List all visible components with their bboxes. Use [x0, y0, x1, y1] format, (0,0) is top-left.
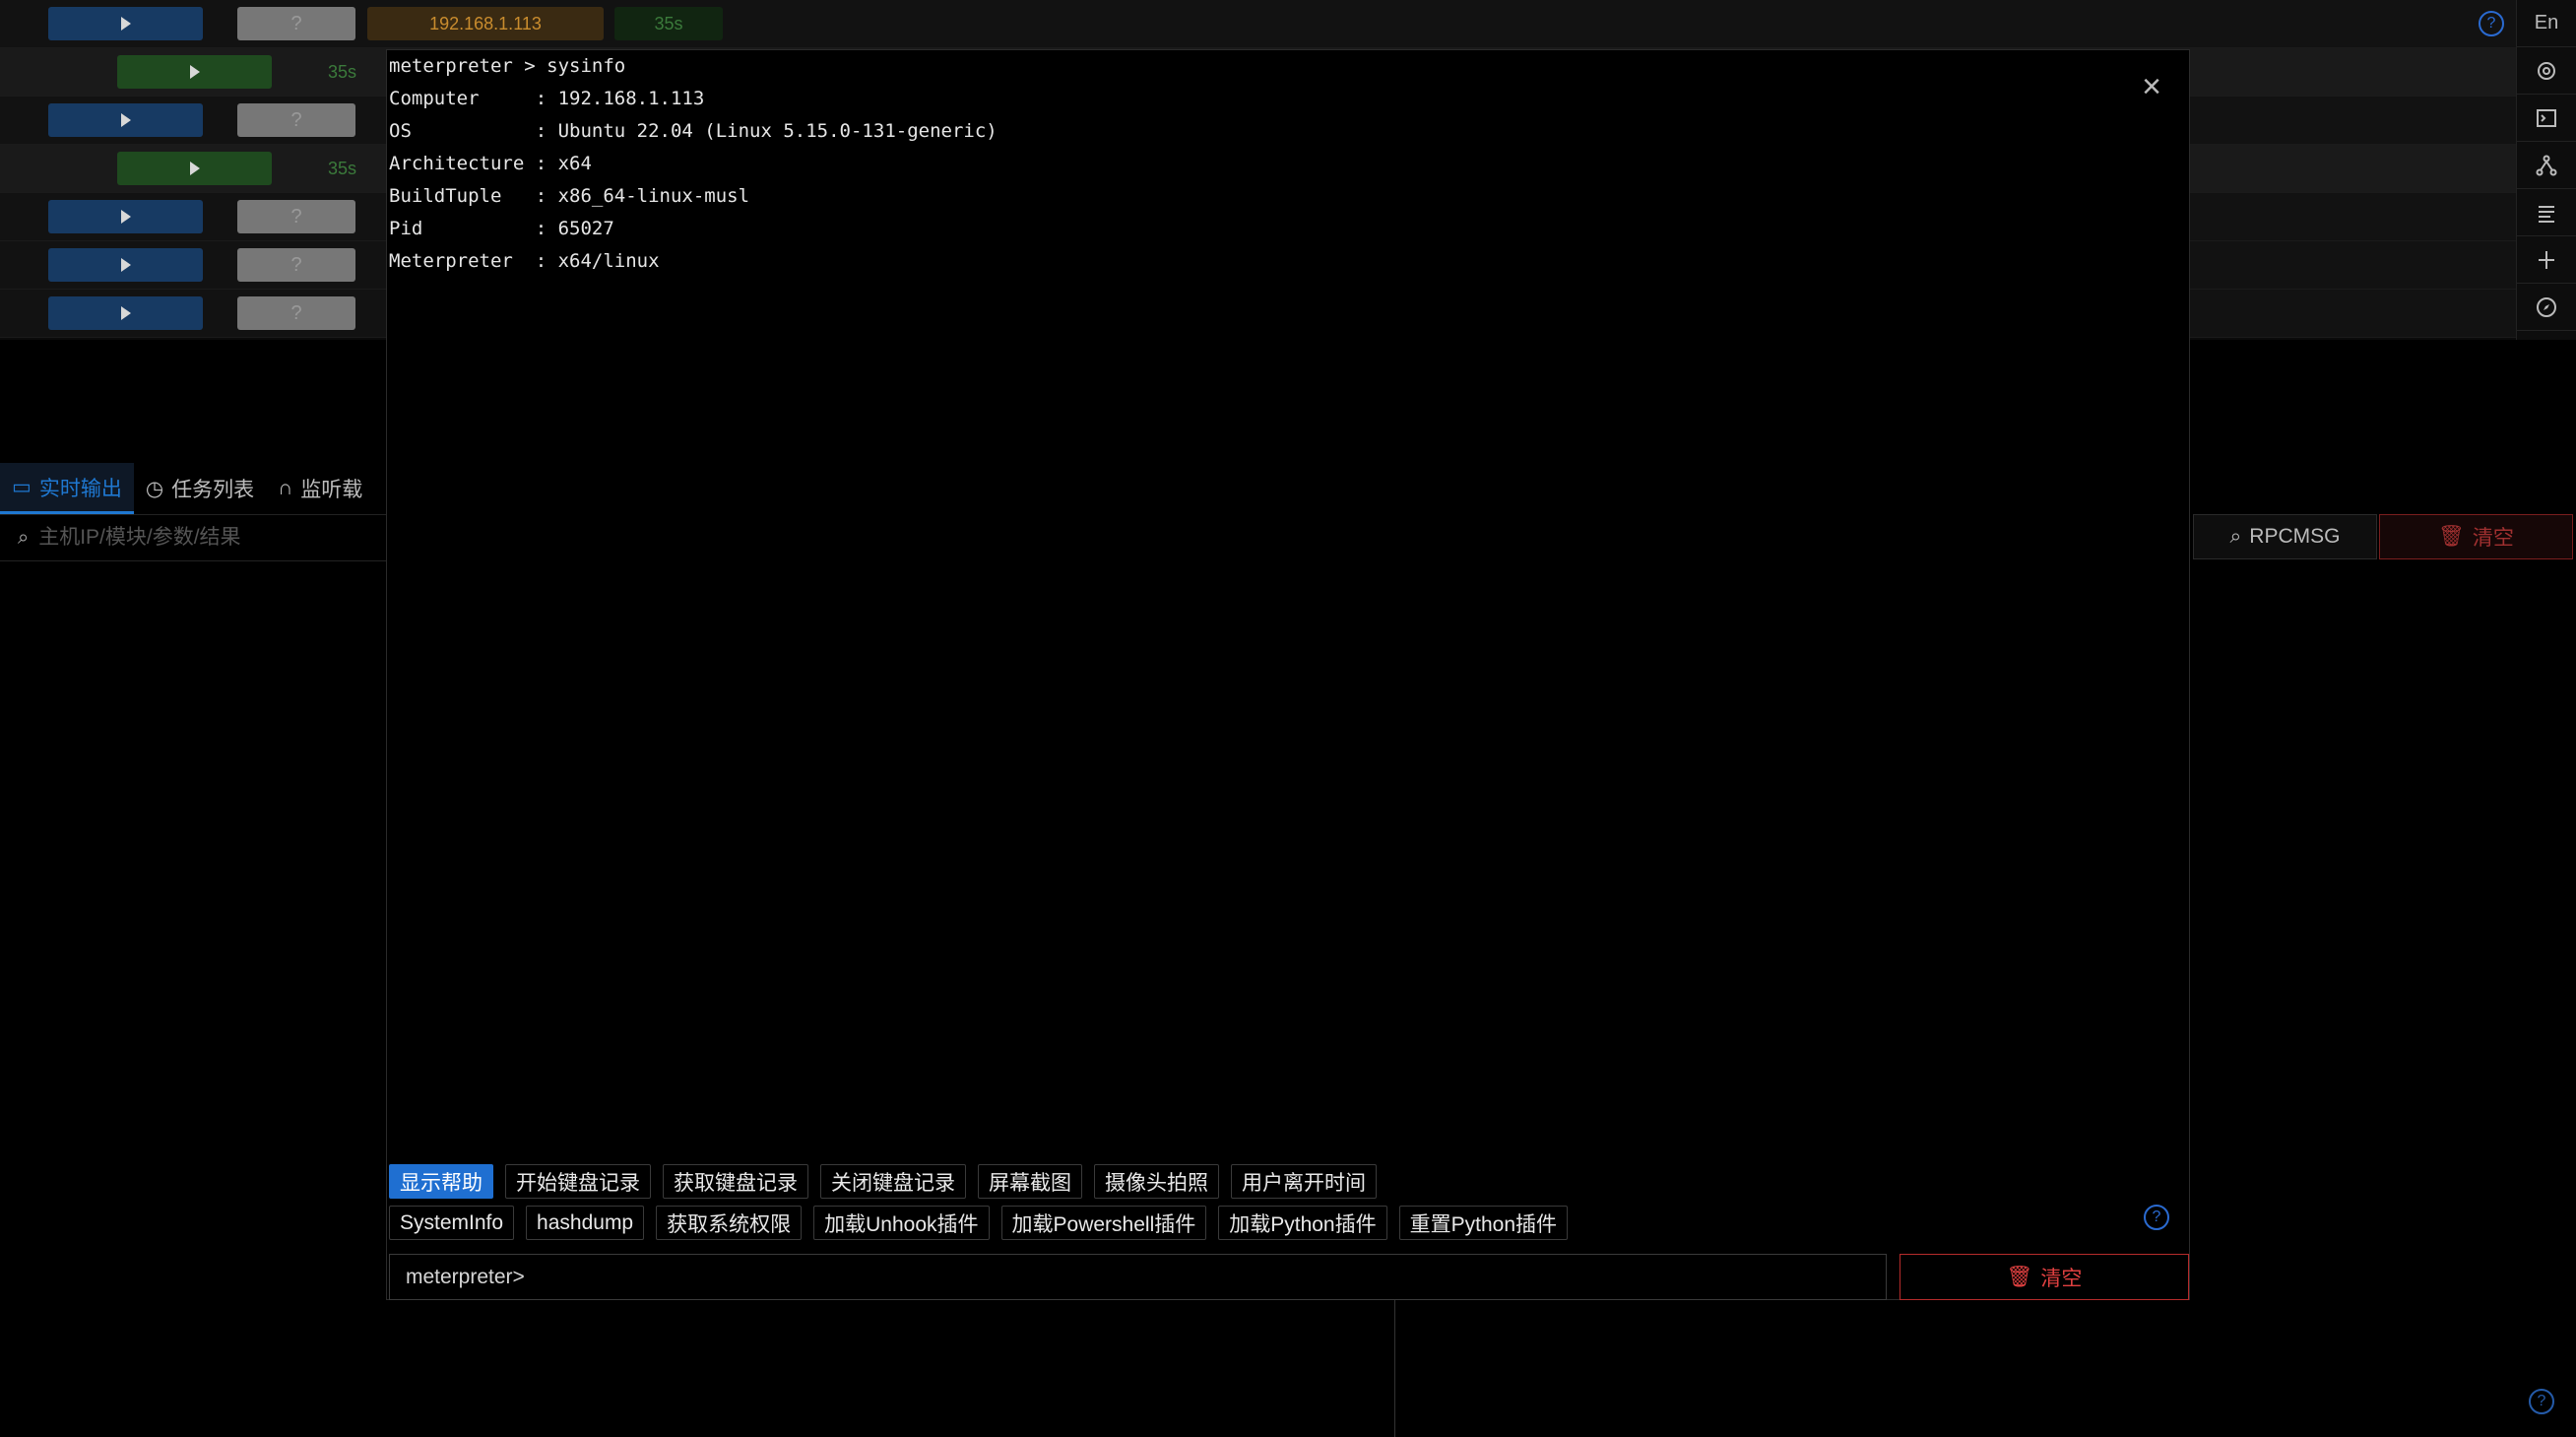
- tab-label: 任务列表: [171, 479, 255, 501]
- compass-icon[interactable]: [2517, 284, 2576, 331]
- clear-label: 清空: [2040, 1267, 2083, 1290]
- terminal-line: BuildTuple : x86_64-linux-musl: [389, 185, 750, 207]
- start-keylog-button[interactable]: 开始键盘记录: [505, 1164, 651, 1199]
- idle-time-button[interactable]: 用户离开时间: [1231, 1164, 1377, 1199]
- play-button[interactable]: [48, 200, 203, 233]
- play-button[interactable]: [48, 103, 203, 137]
- tab-label: 实时输出: [38, 477, 122, 500]
- command-input[interactable]: [406, 1265, 1863, 1289]
- session-row[interactable]: ? 192.168.1.113 35s: [0, 0, 2516, 48]
- load-python-button[interactable]: 加载Python插件: [1218, 1206, 1387, 1240]
- show-help-button[interactable]: 显示帮助: [389, 1164, 493, 1199]
- output-tabs: ▭ 实时输出 ◷ 任务列表 ∩ 监听载: [0, 463, 394, 514]
- time-badge: 35s: [327, 61, 357, 82]
- terminal-prompt-line: meterpreter > sysinfo: [389, 55, 626, 77]
- meterpreter-console-modal: × meterpreter > sysinfo Computer : 192.16…: [386, 49, 2190, 1300]
- ip-badge: 192.168.1.113: [367, 7, 604, 40]
- monitor-icon: ▭: [12, 476, 32, 498]
- output-search: ⌕: [0, 514, 394, 561]
- split-icon[interactable]: [2517, 236, 2576, 284]
- search-icon: ⌕: [2229, 525, 2242, 548]
- question-button[interactable]: ?: [237, 7, 355, 40]
- play-icon: [189, 162, 200, 175]
- terminal-output: meterpreter > sysinfo Computer : 192.168.…: [389, 50, 1964, 278]
- reset-python-button[interactable]: 重置Python插件: [1398, 1206, 1569, 1240]
- clear-output-button[interactable]: 🗑 清空: [2379, 514, 2573, 559]
- stop-keylog-button[interactable]: 关闭键盘记录: [820, 1164, 966, 1199]
- question-button[interactable]: ?: [237, 296, 355, 330]
- question-button[interactable]: ?: [237, 103, 355, 137]
- clear-label: 清空: [2472, 527, 2514, 550]
- search-input[interactable]: [38, 526, 335, 550]
- play-icon: [120, 210, 131, 224]
- help-icon[interactable]: ?: [2479, 11, 2504, 36]
- trash-icon: 🗑: [2438, 525, 2465, 548]
- quick-command-row: 显示帮助 开始键盘记录 获取键盘记录 关闭键盘记录 屏幕截图 摄像头拍照 用户离…: [389, 1164, 1377, 1199]
- tab-label: 监听载: [300, 479, 363, 501]
- play-icon: [120, 306, 131, 320]
- trash-icon: 🗑: [2006, 1265, 2033, 1288]
- terminal-line: Computer : 192.168.1.113: [389, 88, 705, 109]
- time-badge: 35s: [614, 7, 723, 40]
- openai-icon[interactable]: [2517, 47, 2576, 95]
- rpcmsg-label: RPCMSG: [2249, 525, 2341, 548]
- help-icon[interactable]: ?: [2529, 1389, 2554, 1414]
- load-powershell-button[interactable]: 加载Powershell插件: [1000, 1206, 1207, 1240]
- play-icon: [189, 65, 200, 79]
- rpcmsg-button[interactable]: ⌕ RPCMSG: [2193, 514, 2377, 559]
- tab-task-list[interactable]: ◷ 任务列表: [134, 463, 266, 514]
- play-icon: [120, 17, 131, 31]
- play-icon: [120, 258, 131, 272]
- play-button[interactable]: [117, 152, 272, 185]
- language-icon[interactable]: En: [2517, 0, 2576, 47]
- search-icon: ⌕: [18, 526, 30, 549]
- close-icon[interactable]: ×: [2137, 70, 2166, 103]
- terminal-line: Meterpreter : x64/linux: [389, 250, 660, 272]
- load-unhook-button[interactable]: 加载Unhook插件: [813, 1206, 990, 1240]
- play-button[interactable]: [48, 296, 203, 330]
- clear-console-button[interactable]: 🗑 清空: [1900, 1254, 2189, 1300]
- question-button[interactable]: ?: [237, 200, 355, 233]
- webcam-snap-button[interactable]: 摄像头拍照: [1094, 1164, 1219, 1199]
- getsystem-button[interactable]: 获取系统权限: [656, 1206, 803, 1240]
- screenshot-button[interactable]: 屏幕截图: [978, 1164, 1082, 1199]
- time-badge: 35s: [327, 158, 357, 178]
- list-icon[interactable]: [2517, 189, 2576, 236]
- right-toolbar: En: [2516, 0, 2576, 340]
- terminal-line: Architecture : x64: [389, 153, 592, 174]
- help-icon[interactable]: ?: [2144, 1205, 2169, 1230]
- clock-icon: ◷: [145, 477, 164, 500]
- tab-listener[interactable]: ∩ 监听载: [266, 463, 374, 514]
- network-icon[interactable]: [2517, 142, 2576, 189]
- question-button[interactable]: ?: [237, 248, 355, 282]
- headphones-icon: ∩: [278, 477, 293, 499]
- play-button[interactable]: [48, 248, 203, 282]
- sysinfo-button[interactable]: SystemInfo: [389, 1206, 515, 1240]
- get-keylog-button[interactable]: 获取键盘记录: [663, 1164, 808, 1199]
- terminal-line: OS : Ubuntu 22.04 (Linux 5.15.0-131-gene…: [389, 120, 998, 142]
- play-button[interactable]: [117, 55, 272, 89]
- terminal-icon[interactable]: [2517, 95, 2576, 142]
- play-button[interactable]: [48, 7, 203, 40]
- play-icon: [120, 113, 131, 127]
- terminal-line: Pid : 65027: [389, 218, 614, 239]
- quick-command-row: SystemInfo hashdump 获取系统权限 加载Unhook插件 加载…: [389, 1206, 1569, 1240]
- divider: [1394, 1295, 1395, 1437]
- command-input-box: [389, 1254, 1887, 1300]
- tab-realtime-output[interactable]: ▭ 实时输出: [0, 463, 134, 514]
- hashdump-button[interactable]: hashdump: [526, 1206, 645, 1240]
